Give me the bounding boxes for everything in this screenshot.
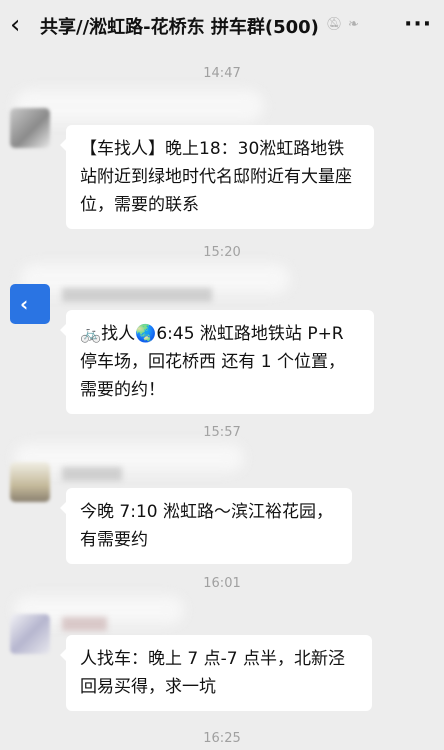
timestamp: 15:20 xyxy=(203,245,241,260)
message-bubble[interactable]: 人找车：晚上 7 点-7 点半，北新泾回易买得，求一坑 xyxy=(60,635,372,711)
message-bubble[interactable]: 【车找人】晚上18：30淞虹路地铁站附近到绿地时代名邸附近有大量座位，需要的联系 xyxy=(60,125,374,229)
bell-muted-icon: 🔕︎ xyxy=(326,17,343,32)
timestamp: 15:57 xyxy=(203,425,241,440)
avatar[interactable] xyxy=(10,614,50,654)
chat-title: 共享//淞虹路-花桥东 拼车群(500) xyxy=(40,17,319,38)
more-options-button[interactable]: ··· xyxy=(404,12,432,37)
sender-name xyxy=(62,617,107,631)
chat-header: ‹ 共享//淞虹路-花桥东 拼车群(500) 🔕︎ ❧ ··· xyxy=(0,0,444,52)
ear-icon: ❧ xyxy=(348,17,359,32)
message-bubble[interactable]: 🚲找人🌏6:45 淞虹路地铁站 P+R停车场，回花桥西 还有 1 个位置，需要的… xyxy=(60,310,374,414)
timestamp: 16:01 xyxy=(203,576,241,591)
avatar[interactable] xyxy=(10,108,50,148)
avatar[interactable] xyxy=(10,462,50,502)
sender-name xyxy=(62,288,212,302)
blurred-region xyxy=(14,90,264,122)
chevron-left-icon[interactable]: ‹ xyxy=(10,12,32,38)
sender-name xyxy=(62,467,122,481)
avatar[interactable]: ‹ xyxy=(10,284,50,324)
message-bubble[interactable]: 今晚 7:10 淞虹路～滨江裕花园，有需要约 xyxy=(60,488,352,564)
avatar-arrow-icon: ‹ xyxy=(20,292,29,316)
timestamp: 16:25 xyxy=(203,731,241,746)
timestamp: 14:47 xyxy=(203,66,241,81)
